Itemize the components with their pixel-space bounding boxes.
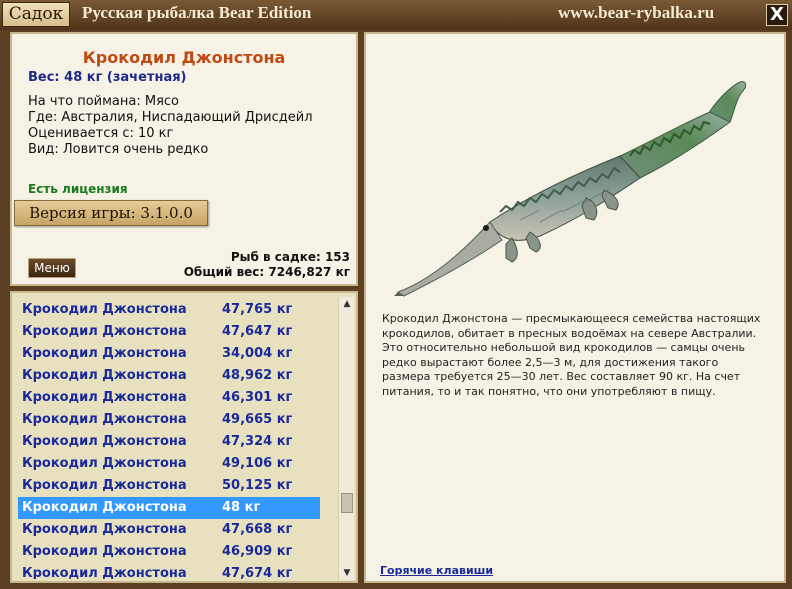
- fish-name-heading: Крокодил Джонстона: [82, 48, 286, 67]
- fish-list-row-weight: 47,765 кг: [222, 302, 293, 317]
- total-weight: Общий вес: 7246,827 кг: [183, 265, 350, 279]
- fish-list-row-weight: 46,301 кг: [222, 390, 293, 405]
- license-status: Есть лицензия: [28, 182, 128, 196]
- fish-list-row[interactable]: Крокодил Джонстона 50,125 кг: [18, 475, 320, 497]
- fish-list-row-name: Крокодил Джонстона: [22, 302, 187, 317]
- scroll-down-arrow-icon[interactable]: ▼: [339, 566, 355, 580]
- fish-list-row[interactable]: Крокодил Джонстона 46,909 кг: [18, 541, 320, 563]
- caught-location: Где: Австралия, Ниспадающий Дрисдейл: [28, 110, 313, 125]
- close-button[interactable]: X: [766, 4, 788, 26]
- close-icon: X: [770, 4, 784, 25]
- fish-description: Крокодил Джонстона — пресмыкающееся семе…: [382, 312, 761, 398]
- scoring-threshold: Оценивается с: 10 кг: [28, 126, 174, 141]
- fish-list-row-name: Крокодил Джонстона: [22, 478, 187, 493]
- fish-list-row-name: Крокодил Джонстона: [22, 368, 187, 383]
- scroll-thumb[interactable]: [341, 493, 353, 513]
- fish-list-row-name: Крокодил Джонстона: [22, 544, 187, 559]
- fish-list-row-weight: 49,106 кг: [222, 456, 293, 471]
- fish-list-row-name: Крокодил Джонстона: [22, 456, 187, 471]
- fish-list-row-weight: 46,909 кг: [222, 544, 293, 559]
- fish-list: Крокодил Джонстона 47,765 кг Крокодил Джон…: [18, 299, 320, 579]
- fish-list-row-name: Крокодил Джонстона: [22, 500, 187, 515]
- fish-list-row-name: Крокодил Джонстона: [22, 346, 187, 361]
- caught-on-bait: На что поймана: Мясо: [28, 94, 180, 109]
- species-rarity: Вид: Ловится очень редко: [28, 142, 209, 157]
- fish-list-row-weight: 47,647 кг: [222, 324, 293, 339]
- crocodile-image: [394, 81, 747, 297]
- fish-info-panel: Крокодил Джонстона Вес: 48 кг (зачетная)…: [10, 32, 358, 286]
- fish-list-row[interactable]: Крокодил Джонстона 48 кг: [18, 497, 320, 519]
- fish-list-row-weight: 48,962 кг: [222, 368, 293, 383]
- fish-list-row-name: Крокодил Джонстона: [22, 566, 187, 579]
- fish-list-row[interactable]: Крокодил Джонстона 47,674 кг: [18, 563, 320, 579]
- fish-weight: Вес: 48 кг (зачетная): [28, 70, 187, 85]
- fish-detail-panel: Крокодил Джонстона — пресмыкающееся семе…: [364, 32, 786, 583]
- fish-list-row-name: Крокодил Джонстона: [22, 412, 187, 427]
- scroll-up-arrow-icon[interactable]: ▲: [339, 297, 355, 311]
- fish-count: Рыб в садке: 153: [230, 250, 350, 264]
- fish-list-row-weight: 47,674 кг: [222, 566, 293, 579]
- fish-list-row-name: Крокодил Джонстона: [22, 522, 187, 537]
- title-bar: Садок Русская рыбалка Bear Edition www.b…: [0, 0, 792, 30]
- fish-list-row[interactable]: Крокодил Джонстона 49,665 кг: [18, 409, 320, 431]
- tab-sadok[interactable]: Садок: [2, 2, 70, 27]
- fish-list-panel: Крокодил Джонстона 47,765 кг Крокодил Джон…: [10, 291, 358, 583]
- fish-list-row-weight: 49,665 кг: [222, 412, 293, 427]
- fish-list-row-weight: 48 кг: [222, 500, 261, 515]
- game-version-badge: Версия игры: 3.1.0.0: [14, 200, 208, 226]
- fish-list-row-name: Крокодил Джонстона: [22, 434, 187, 449]
- app-title: Русская рыбалка Bear Edition: [82, 3, 312, 22]
- fish-list-row-weight: 47,324 кг: [222, 434, 293, 449]
- fish-list-row-weight: 47,668 кг: [222, 522, 293, 537]
- site-url: www.bear-rybalka.ru: [558, 3, 715, 22]
- fish-list-row[interactable]: Крокодил Джонстона 47,668 кг: [18, 519, 320, 541]
- fish-list-row[interactable]: Крокодил Джонстона 47,647 кг: [18, 321, 320, 343]
- hotkeys-link[interactable]: Горячие клавиши: [380, 564, 493, 577]
- fish-list-row-weight: 34,004 кг: [222, 346, 293, 361]
- fish-list-row[interactable]: Крокодил Джонстона 47,765 кг: [18, 299, 320, 321]
- fish-list-row[interactable]: Крокодил Джонстона 48,962 кг: [18, 365, 320, 387]
- list-scrollbar[interactable]: ▲ ▼: [338, 297, 354, 580]
- fish-list-row[interactable]: Крокодил Джонстона 49,106 кг: [18, 453, 320, 475]
- fish-list-row-weight: 50,125 кг: [222, 478, 293, 493]
- fish-list-row-name: Крокодил Джонстона: [22, 324, 187, 339]
- fish-list-row[interactable]: Крокодил Джонстона 46,301 кг: [18, 387, 320, 409]
- fish-list-row-name: Крокодил Джонстона: [22, 390, 187, 405]
- menu-button[interactable]: Меню: [28, 258, 76, 278]
- fish-list-row[interactable]: Крокодил Джонстона 47,324 кг: [18, 431, 320, 453]
- fish-list-row[interactable]: Крокодил Джонстона 34,004 кг: [18, 343, 320, 365]
